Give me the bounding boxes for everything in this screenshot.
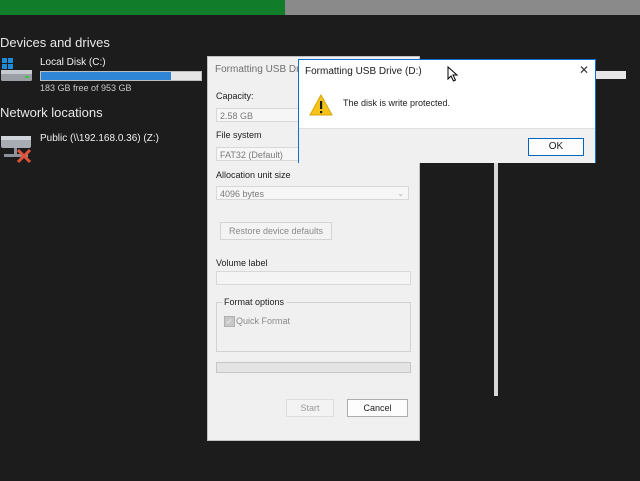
start-button[interactable]: Start	[286, 399, 334, 417]
volume-label-input[interactable]	[216, 271, 411, 285]
other-drive-capacity-bar	[594, 71, 626, 79]
close-icon[interactable]: ✕	[579, 63, 589, 77]
message-box-title: Formatting USB Drive (D:)	[305, 66, 422, 77]
warning-icon	[309, 93, 333, 121]
allocation-value: 4096 bytes	[220, 189, 265, 199]
quick-format-label: Quick Format	[236, 316, 291, 326]
allocation-label: Allocation unit size	[216, 170, 291, 180]
filesystem-value: FAT32 (Default)	[220, 150, 283, 160]
mouse-pointer-icon	[447, 65, 459, 87]
restore-defaults-button[interactable]: Restore device defaults	[220, 222, 332, 240]
cancel-button[interactable]: Cancel	[347, 399, 408, 417]
top-progress-green	[0, 0, 285, 15]
capacity-value: 2.58 GB	[220, 111, 254, 121]
ok-button[interactable]: OK	[528, 138, 584, 156]
capacity-fill	[41, 72, 171, 80]
volume-label-label: Volume label	[216, 258, 268, 268]
chevron-down-icon: ⌄	[397, 189, 404, 198]
vertical-scrollbar[interactable]	[494, 160, 498, 396]
format-options-group	[216, 302, 411, 352]
network-drive-name[interactable]: Public (\\192.168.0.36) (Z:)	[40, 133, 159, 144]
message-box-footer: OK	[299, 128, 595, 163]
allocation-select[interactable]: 4096 bytes ⌄	[216, 186, 409, 200]
devices-section-title: Devices and drives	[0, 35, 110, 50]
message-text: The disk is write protected.	[343, 98, 451, 108]
local-disk-name[interactable]: Local Disk (C:)	[40, 57, 106, 68]
format-progress-bar	[216, 362, 411, 373]
quick-format-checkbox[interactable]: ✓	[224, 316, 235, 327]
format-options-title: Format options	[222, 297, 287, 307]
capacity-label: Capacity:	[216, 91, 254, 101]
filesystem-label: File system	[216, 130, 262, 140]
local-disk-capacity-bar	[40, 71, 202, 81]
network-section-title: Network locations	[0, 105, 103, 120]
local-disk-icon[interactable]	[0, 56, 34, 91]
network-drive-disconnected-icon[interactable]	[0, 132, 38, 173]
local-disk-free-text: 183 GB free of 953 GB	[40, 83, 132, 93]
top-bar-gray	[285, 0, 640, 15]
format-dialog-title: Formatting USB Dr	[215, 64, 300, 75]
